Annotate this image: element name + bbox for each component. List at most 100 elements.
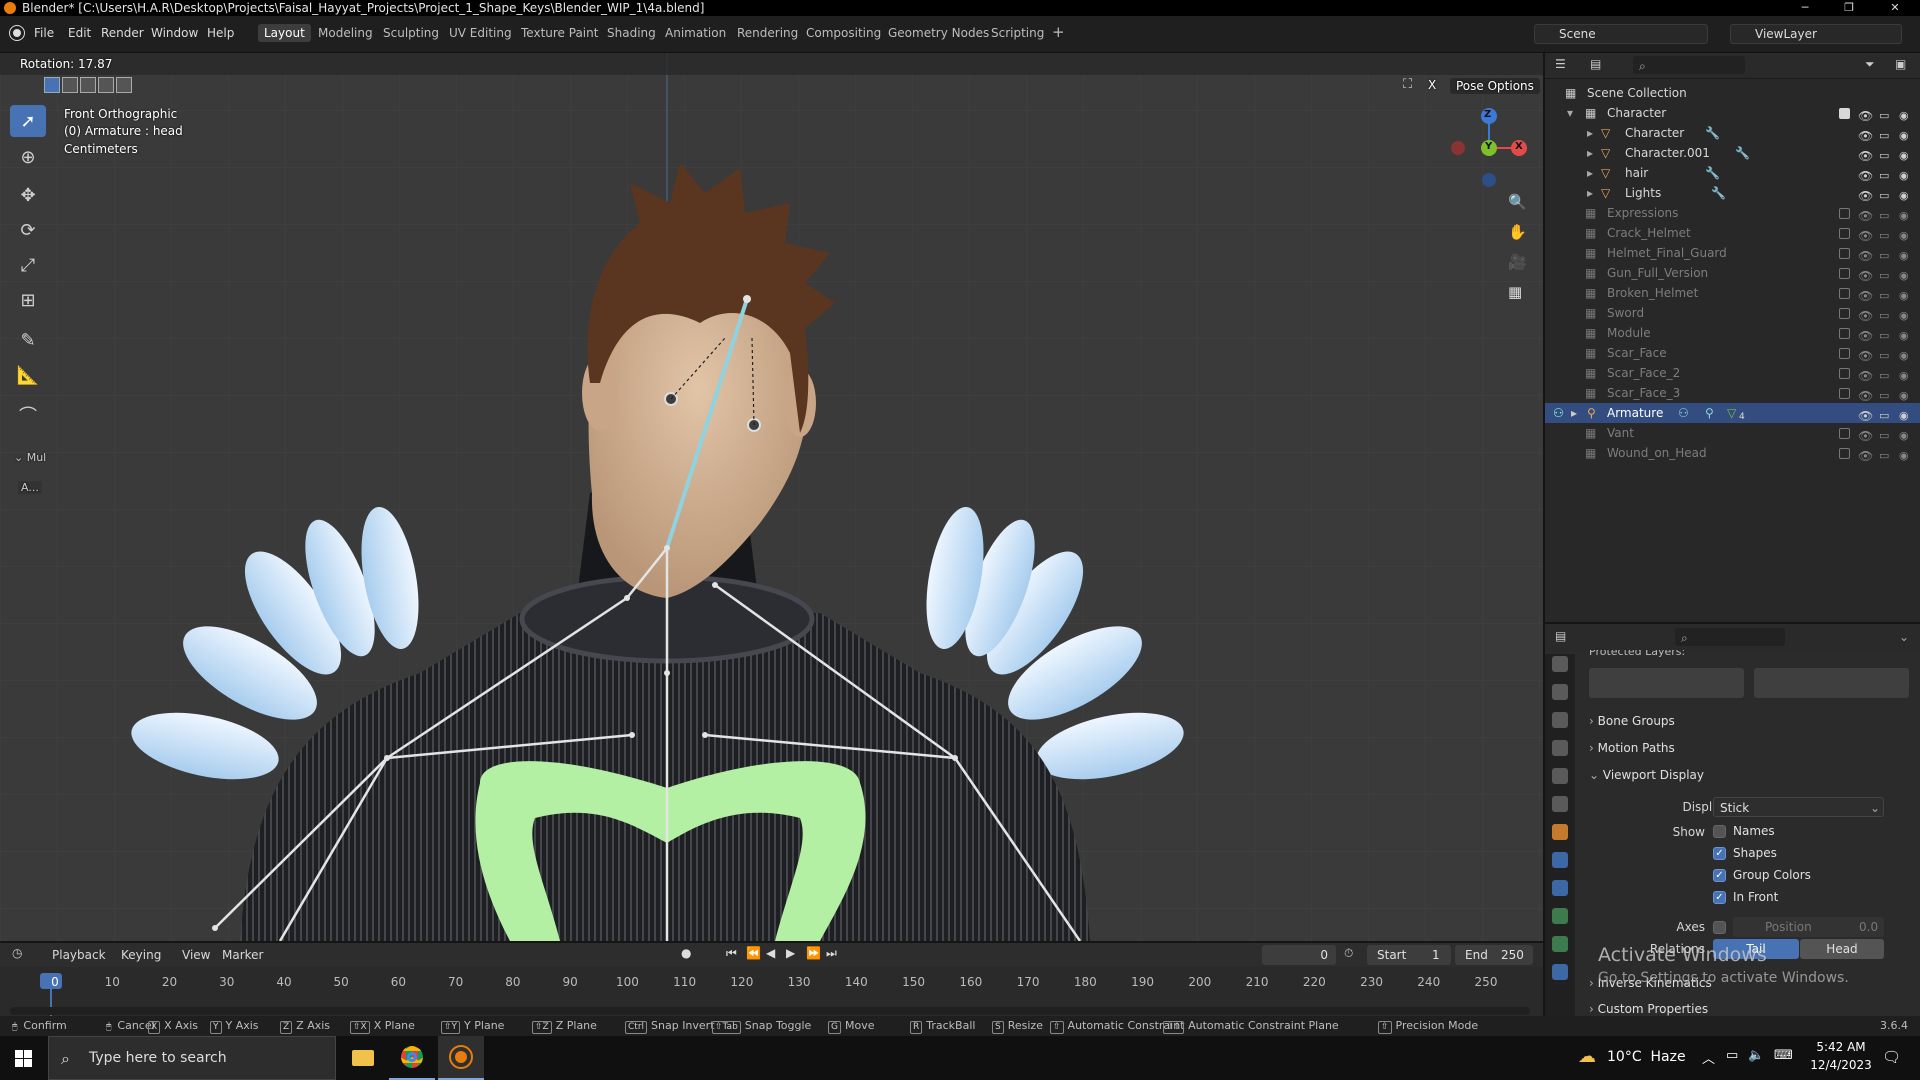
transform-pivot-icon[interactable]: ⛶ (1403, 77, 1412, 92)
tab-tool-icon[interactable] (1552, 656, 1568, 672)
tab-output-icon[interactable] (1552, 712, 1568, 728)
include-checkbox[interactable] (1839, 328, 1850, 339)
menu-edit[interactable]: Edit (68, 26, 91, 40)
tab-armature-data-icon[interactable] (1552, 908, 1568, 924)
grid-view-icon[interactable]: ▦ (1508, 283, 1522, 301)
outliner-row-armature[interactable]: ⚇ ▸ ⚲ Armature ⚇ ⚲ ▽ 4 👁 ▭ ◉ (1545, 403, 1920, 423)
show-checkbox[interactable]: ✓ (1713, 891, 1726, 904)
rotate-tool[interactable]: ⟳ (10, 214, 46, 246)
tab-scripting[interactable]: Scripting (991, 26, 1044, 40)
tab-scene-icon[interactable] (1552, 768, 1568, 784)
close-icon[interactable]: ✕ (1880, 0, 1910, 16)
menu-help[interactable]: Help (207, 26, 234, 40)
axes-position-field[interactable]: Position 0.0 (1733, 917, 1884, 937)
expand-chevron-icon[interactable]: ▸ (1587, 183, 1593, 203)
camera-view-icon[interactable]: 🎥 (1508, 253, 1527, 271)
select-box-tool[interactable]: ➚ (10, 105, 46, 137)
properties-search-input[interactable]: ⌕ (1675, 628, 1785, 646)
outliner-display-mode-icon[interactable]: ☰ (1555, 57, 1566, 71)
annotate-tool[interactable]: ✎ (10, 324, 46, 356)
tab-texture-paint[interactable]: Texture Paint (521, 26, 598, 40)
outliner-row-collection[interactable]: ▦ Gun_Full_Version 👁 ▭ ◉ (1545, 263, 1920, 283)
include-checkbox[interactable] (1839, 388, 1850, 399)
monitor-icon[interactable]: ▭ (1879, 406, 1889, 426)
tab-modifiers-icon[interactable] (1552, 852, 1568, 868)
outliner-row-collection[interactable]: ▦ Expressions 👁 ▭ ◉ (1545, 203, 1920, 223)
blender-taskbar-icon[interactable] (438, 1036, 484, 1080)
editor-type-icon[interactable]: ▤ (1555, 629, 1566, 643)
tool-a-button[interactable]: A... (18, 481, 42, 494)
tab-object-icon[interactable] (1552, 824, 1568, 840)
eye-icon[interactable]: 👁 (1858, 446, 1873, 466)
outliner-filter-mode-icon[interactable]: ▤ (1590, 57, 1601, 71)
tab-render-icon[interactable] (1552, 684, 1568, 700)
timeline-scrollbar[interactable] (10, 1007, 1530, 1015)
camera-icon[interactable]: ◉ (1899, 406, 1909, 426)
include-checkbox[interactable] (1839, 108, 1850, 119)
outliner-row-collection[interactable]: ▦ Crack_Helmet 👁 ▭ ◉ (1545, 223, 1920, 243)
outliner-row-collection[interactable]: ▦ Scar_Face_2 👁 ▭ ◉ (1545, 363, 1920, 383)
select-mode-invert-icon[interactable] (98, 77, 114, 93)
tab-rendering[interactable]: Rendering (737, 26, 798, 40)
include-checkbox[interactable] (1839, 448, 1850, 459)
maximize-icon[interactable]: ❐ (1834, 0, 1864, 16)
taskbar-search-box[interactable]: ⌕ Type here to search (48, 1036, 336, 1080)
move-tool[interactable]: ✥ (10, 179, 46, 211)
include-checkbox[interactable] (1839, 288, 1850, 299)
include-checkbox[interactable] (1839, 428, 1850, 439)
outliner-row-collection[interactable]: ▦ Scar_Face_3 👁 ▭ ◉ (1545, 383, 1920, 403)
add-workspace-icon[interactable]: + (1052, 23, 1065, 41)
outliner-row-collection[interactable]: ▦ Broken_Helmet 👁 ▭ ◉ (1545, 283, 1920, 303)
tab-uv-editing[interactable]: UV Editing (449, 26, 512, 40)
show-checkbox[interactable]: ✓ (1713, 847, 1726, 860)
expand-chevron-icon[interactable]: ▸ (1587, 123, 1593, 143)
new-collection-icon[interactable]: ▣ (1895, 57, 1906, 71)
outliner-row-collection[interactable]: ▦ Module 👁 ▭ ◉ (1545, 323, 1920, 343)
include-checkbox[interactable] (1839, 208, 1850, 219)
eye-icon[interactable]: 👁 (1858, 406, 1873, 426)
relations-head-button[interactable]: Head (1800, 939, 1884, 959)
layers-grid-left[interactable] (1589, 668, 1744, 698)
close-x-button[interactable]: X (1425, 78, 1440, 92)
tab-world-icon[interactable] (1552, 796, 1568, 812)
include-checkbox[interactable] (1839, 308, 1850, 319)
tab-layout[interactable]: Layout (258, 24, 311, 42)
zoom-icon[interactable]: 🔍 (1508, 193, 1527, 211)
file-explorer-icon[interactable] (340, 1036, 386, 1080)
transform-tool[interactable]: ⊞ (10, 284, 46, 316)
outliner-search-input[interactable]: ⌕ (1633, 56, 1745, 74)
include-checkbox[interactable] (1839, 228, 1850, 239)
outliner-row-object[interactable]: ▸ ▽ hair 🔧 👁 ▭ ◉ (1545, 163, 1920, 183)
clock-time[interactable]: 5:42 AM (1810, 1040, 1872, 1054)
include-checkbox[interactable] (1839, 368, 1850, 379)
include-checkbox[interactable] (1839, 268, 1850, 279)
select-mode-intersect-icon[interactable] (116, 77, 132, 93)
expand-chevron-icon[interactable]: ▸ (1587, 143, 1593, 163)
outliner-row-collection[interactable]: ▦ Vant 👁 ▭ ◉ (1545, 423, 1920, 443)
menu-render[interactable]: Render (101, 26, 144, 40)
weather-text[interactable]: 10°C Haze (1607, 1049, 1686, 1065)
pose-options-dropdown[interactable]: Pose Options (1450, 78, 1540, 94)
minimize-icon[interactable]: ─ (1790, 0, 1820, 16)
tab-sculpting[interactable]: Sculpting (383, 26, 439, 40)
chevron-down-icon[interactable]: ⌄ (1899, 630, 1909, 644)
tab-animation[interactable]: Animation (665, 26, 726, 40)
bone-tool[interactable]: ⌒ (10, 399, 46, 431)
network-icon[interactable]: ▭ (1726, 1048, 1738, 1063)
scale-tool[interactable]: ⤢ (10, 249, 46, 281)
show-hidden-icons[interactable]: ︿ (1702, 1048, 1715, 1067)
tab-compositing[interactable]: Compositing (806, 26, 881, 40)
monitor-icon[interactable]: ▭ (1879, 446, 1889, 466)
layers-grid-right[interactable] (1754, 668, 1909, 698)
expand-chevron-icon[interactable]: ▾ (1567, 103, 1573, 123)
outliner-row-collection[interactable]: ▦ Helmet_Final_Guard 👁 ▭ ◉ (1545, 243, 1920, 263)
section-viewport-display[interactable]: ⌄ Viewport Display (1575, 762, 1920, 788)
outliner-row-object[interactable]: ▸ ▽ Character.001 🔧 👁 ▭ ◉ (1545, 143, 1920, 163)
select-mode-extend-icon[interactable] (62, 77, 78, 93)
tab-geometry-nodes[interactable]: Geometry Nodes (888, 26, 989, 40)
show-checkbox[interactable]: ✓ (1713, 869, 1726, 882)
show-checkbox[interactable] (1713, 825, 1726, 838)
windows-start-icon[interactable] (0, 1036, 46, 1080)
camera-icon[interactable]: ◉ (1899, 446, 1909, 466)
include-checkbox[interactable] (1839, 248, 1850, 259)
